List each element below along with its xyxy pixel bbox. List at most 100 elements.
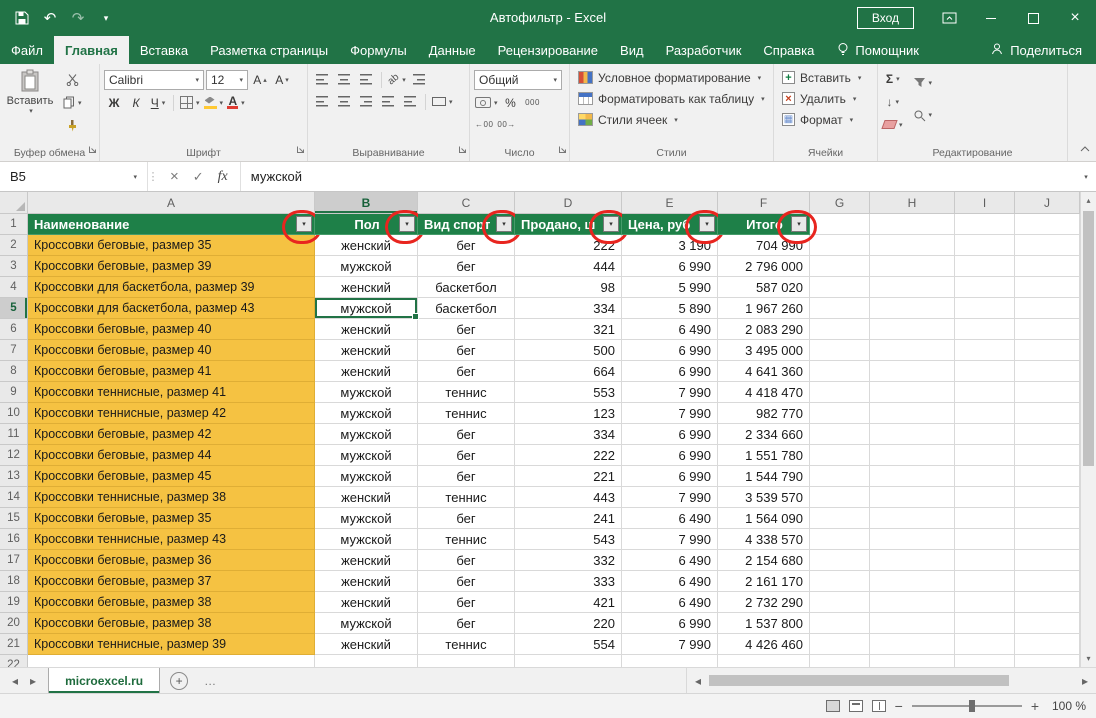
cell-D5[interactable]: 334 xyxy=(515,298,622,319)
row-header-6[interactable]: 6 xyxy=(0,319,28,340)
align-left-button[interactable] xyxy=(312,92,332,111)
cell-B8[interactable]: женский xyxy=(315,361,418,382)
fill-color-button[interactable] xyxy=(203,93,225,112)
cell-H20[interactable] xyxy=(870,613,955,634)
cell-A6[interactable]: Кроссовки беговые, размер 40 xyxy=(28,319,315,340)
cell-G21[interactable] xyxy=(810,634,870,655)
cell-F8[interactable]: 4 641 360 xyxy=(718,361,810,382)
cell-G8[interactable] xyxy=(810,361,870,382)
increase-indent-button[interactable] xyxy=(400,92,420,111)
cell-F7[interactable]: 3 495 000 xyxy=(718,340,810,361)
cell-E22[interactable] xyxy=(622,655,718,667)
cell-D9[interactable]: 553 xyxy=(515,382,622,403)
cell-G9[interactable] xyxy=(810,382,870,403)
insert-function-button[interactable]: fx xyxy=(218,169,228,185)
cell-I19[interactable] xyxy=(955,592,1015,613)
paste-button[interactable]: Вставить xyxy=(4,67,56,135)
cell-C5[interactable]: баскетбол xyxy=(418,298,515,319)
namebox-splitter[interactable]: ⋮ xyxy=(148,162,158,191)
cell-G13[interactable] xyxy=(810,466,870,487)
sign-in-button[interactable]: Вход xyxy=(857,7,914,29)
number-format-select[interactable]: Общий xyxy=(474,70,562,90)
cell-C20[interactable]: бег xyxy=(418,613,515,634)
cell-D3[interactable]: 444 xyxy=(515,256,622,277)
tab-Данные[interactable]: Данные xyxy=(418,36,487,64)
cell-D14[interactable]: 443 xyxy=(515,487,622,508)
cell-H9[interactable] xyxy=(870,382,955,403)
column-header-E[interactable]: E xyxy=(622,192,718,214)
cell-J13[interactable] xyxy=(1015,466,1080,487)
cell-D20[interactable]: 220 xyxy=(515,613,622,634)
cell-H5[interactable] xyxy=(870,298,955,319)
cell-A11[interactable]: Кроссовки беговые, размер 42 xyxy=(28,424,315,445)
cell-E16[interactable]: 7 990 xyxy=(622,529,718,550)
cell-F21[interactable]: 4 426 460 xyxy=(718,634,810,655)
cell-J7[interactable] xyxy=(1015,340,1080,361)
cell-H19[interactable] xyxy=(870,592,955,613)
cell-I18[interactable] xyxy=(955,571,1015,592)
cell-D11[interactable]: 334 xyxy=(515,424,622,445)
sort-filter-button[interactable] xyxy=(912,69,934,97)
dialog-launcher-icon[interactable] xyxy=(88,141,97,159)
collapse-ribbon-button[interactable] xyxy=(1080,139,1090,157)
increase-font-size-button[interactable]: А▴ xyxy=(250,71,270,90)
italic-button[interactable]: К xyxy=(126,93,146,112)
filter-button-E[interactable]: ▾ xyxy=(699,216,715,232)
cell-G3[interactable] xyxy=(810,256,870,277)
column-header-D[interactable]: D xyxy=(515,192,622,214)
zoom-level[interactable]: 100 % xyxy=(1048,699,1086,713)
cell-G16[interactable] xyxy=(810,529,870,550)
cell-H17[interactable] xyxy=(870,550,955,571)
cell-F4[interactable]: 587 020 xyxy=(718,277,810,298)
name-box[interactable]: B5 xyxy=(0,162,148,191)
cell-G15[interactable] xyxy=(810,508,870,529)
borders-button[interactable] xyxy=(179,93,201,112)
percent-style-button[interactable]: % xyxy=(501,93,521,112)
cell-C10[interactable]: теннис xyxy=(418,403,515,424)
sheet-nav-right-icon[interactable] xyxy=(30,674,36,688)
clear-button[interactable] xyxy=(882,115,904,134)
zoom-out-button[interactable] xyxy=(895,698,903,714)
cell-E21[interactable]: 7 990 xyxy=(622,634,718,655)
cell-I8[interactable] xyxy=(955,361,1015,382)
cell-C8[interactable]: бег xyxy=(418,361,515,382)
cell-A3[interactable]: Кроссовки беговые, размер 39 xyxy=(28,256,315,277)
increase-decimal-button[interactable]: ←00 xyxy=(474,115,494,134)
cell-A7[interactable]: Кроссовки беговые, размер 40 xyxy=(28,340,315,361)
cell-F13[interactable]: 1 544 790 xyxy=(718,466,810,487)
cell-E9[interactable]: 7 990 xyxy=(622,382,718,403)
cell-I21[interactable] xyxy=(955,634,1015,655)
tab-Файл[interactable]: Файл xyxy=(0,36,54,64)
cell-C16[interactable]: теннис xyxy=(418,529,515,550)
minimize-button[interactable] xyxy=(970,0,1012,36)
row-header-10[interactable]: 10 xyxy=(0,403,28,424)
tab-Разработчик[interactable]: Разработчик xyxy=(655,36,753,64)
cell-F6[interactable]: 2 083 290 xyxy=(718,319,810,340)
scroll-right-icon[interactable] xyxy=(1078,674,1092,688)
cell-A10[interactable]: Кроссовки теннисные, размер 42 xyxy=(28,403,315,424)
cell-B5[interactable]: мужской xyxy=(315,298,418,319)
cell-B7[interactable]: женский xyxy=(315,340,418,361)
enter-icon[interactable] xyxy=(193,169,204,185)
cell-A21[interactable]: Кроссовки теннисные, размер 39 xyxy=(28,634,315,655)
cell-H22[interactable] xyxy=(870,655,955,667)
decrease-indent-button[interactable] xyxy=(378,92,398,111)
find-select-button[interactable] xyxy=(912,101,934,129)
row-header-17[interactable]: 17 xyxy=(0,550,28,571)
cell-D19[interactable]: 421 xyxy=(515,592,622,613)
cell-B17[interactable]: женский xyxy=(315,550,418,571)
cell-D6[interactable]: 321 xyxy=(515,319,622,340)
cell-E8[interactable]: 6 990 xyxy=(622,361,718,382)
maximize-button[interactable] xyxy=(1012,0,1054,36)
cell-G1[interactable] xyxy=(810,214,870,235)
cell-G14[interactable] xyxy=(810,487,870,508)
cell-C13[interactable]: бег xyxy=(418,466,515,487)
accounting-format-button[interactable] xyxy=(474,93,499,112)
cell-J11[interactable] xyxy=(1015,424,1080,445)
format-cells-button[interactable]: Формат xyxy=(778,109,873,130)
cancel-icon[interactable] xyxy=(170,168,179,185)
select-all-corner[interactable] xyxy=(0,192,28,214)
cell-I12[interactable] xyxy=(955,445,1015,466)
cell-E3[interactable]: 6 990 xyxy=(622,256,718,277)
font-size-select[interactable]: 12 xyxy=(206,70,248,90)
